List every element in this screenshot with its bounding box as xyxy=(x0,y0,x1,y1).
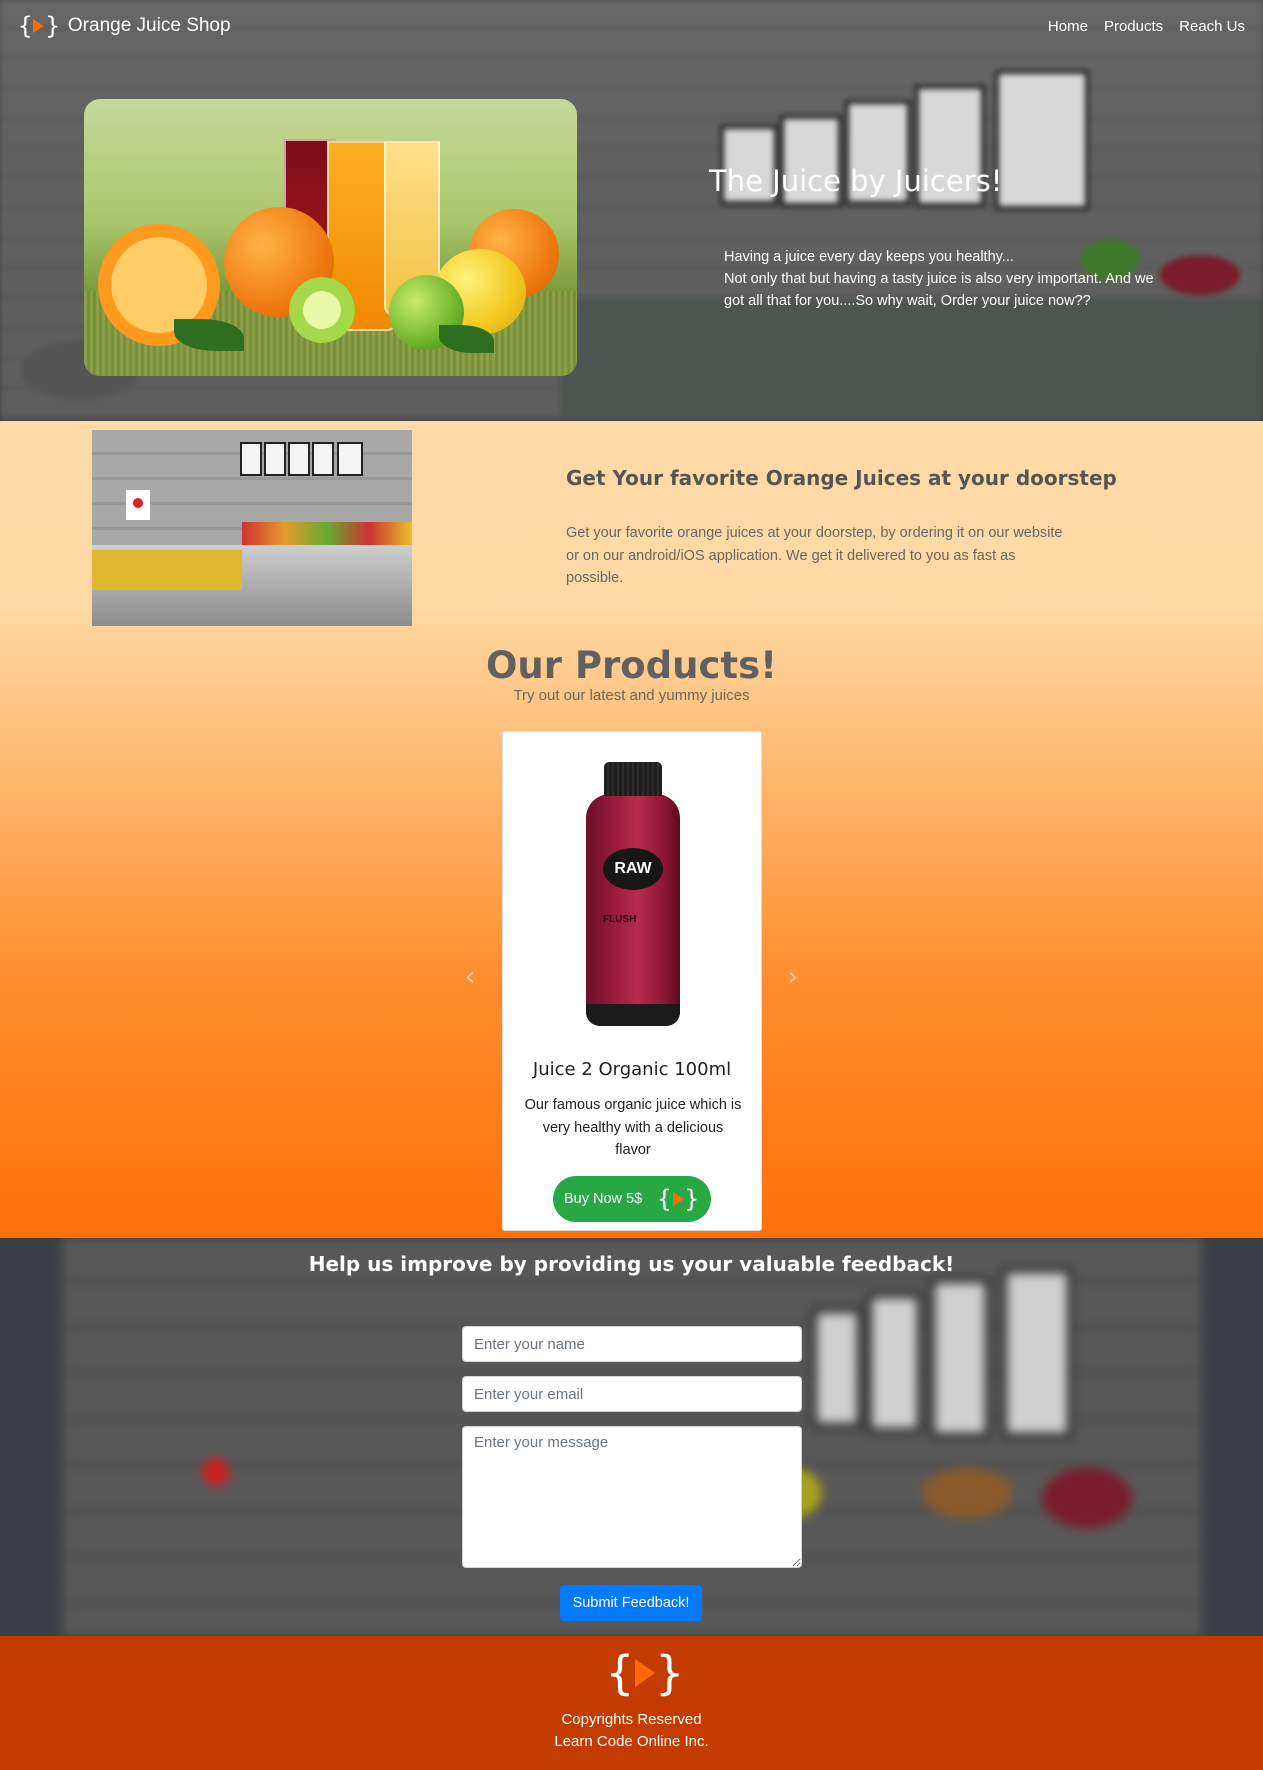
buy-now-label: Buy Now 5$ xyxy=(564,1191,643,1207)
top-navbar: {} Orange Juice Shop Home Products Reach… xyxy=(0,0,1263,52)
hero-text-line2: Not only that but having a tasty juice i… xyxy=(724,271,1154,309)
chevron-right-icon[interactable]: › xyxy=(782,964,804,990)
brand-logo-icon: {} xyxy=(18,12,60,40)
product-bottle-image: RAW FLUSH xyxy=(533,754,733,1036)
buy-logo-icon: {} xyxy=(657,1185,699,1213)
feedback-section: Help us improve by providing us your val… xyxy=(0,1238,1263,1636)
doorstep-title: Get Your favorite Orange Juices at your … xyxy=(566,466,1117,490)
hero-section: {} Orange Juice Shop Home Products Reach… xyxy=(0,0,1263,421)
hero-juice-image xyxy=(84,99,577,376)
bottle-brand-text: RAW xyxy=(603,848,663,890)
brand-name: Orange Juice Shop xyxy=(67,15,231,36)
footer: {} Copyrights Reserved Learn Code Online… xyxy=(0,1636,1263,1770)
products-subtitle: Try out our latest and yummy juices xyxy=(513,687,750,704)
message-textarea[interactable] xyxy=(462,1426,802,1568)
hero-description: Having a juice every day keeps you healt… xyxy=(724,246,1164,312)
name-input[interactable] xyxy=(462,1326,802,1362)
nav-link-home[interactable]: Home xyxy=(1048,18,1088,35)
product-description: Our famous organic juice which is very h… xyxy=(524,1097,742,1158)
nav-links: Home Products Reach Us xyxy=(1048,18,1245,35)
footer-company: Learn Code Online Inc. xyxy=(554,1733,709,1750)
chevron-left-icon[interactable]: ‹ xyxy=(459,964,481,990)
products-title: Our Products! xyxy=(485,644,778,687)
nav-link-reach-us[interactable]: Reach Us xyxy=(1179,18,1245,35)
nav-link-products[interactable]: Products xyxy=(1104,18,1163,35)
buy-now-button[interactable]: Buy Now 5$ {} xyxy=(553,1176,711,1222)
footer-copyright: Copyrights Reserved xyxy=(561,1711,702,1728)
submit-feedback-button[interactable]: Submit Feedback! xyxy=(560,1585,702,1621)
footer-logo-icon: {} xyxy=(606,1646,684,1700)
products-section: Get Your favorite Orange Juices at your … xyxy=(0,421,1263,1238)
hero-title: The Juice by Juicers! xyxy=(709,164,1003,198)
hero-text-line1: Having a juice every day keeps you healt… xyxy=(724,249,1014,265)
product-name: Juice 2 Organic 100ml xyxy=(532,1059,732,1080)
feedback-title: Help us improve by providing us your val… xyxy=(308,1252,955,1276)
email-input[interactable] xyxy=(462,1376,802,1412)
bottle-flavor-text: FLUSH xyxy=(603,914,637,925)
product-card: RAW FLUSH Juice 2 Organic 100ml Our famo… xyxy=(502,731,762,1231)
doorstep-text: Get your favorite orange juices at your … xyxy=(566,525,1063,586)
store-interior-image xyxy=(92,430,412,626)
brand-link[interactable]: {} Orange Juice Shop xyxy=(18,12,231,40)
